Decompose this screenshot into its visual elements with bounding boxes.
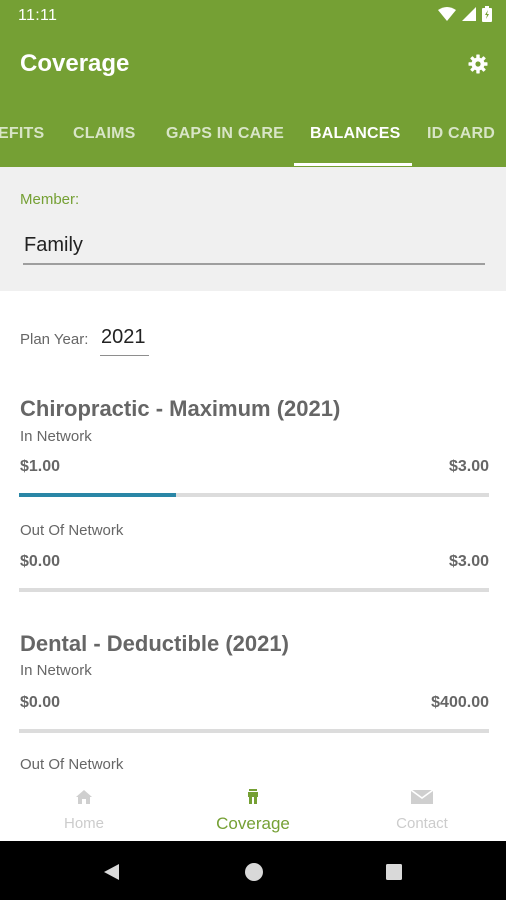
progress-bar [19,588,489,592]
nav-home-label: Home [63,815,104,832]
balances-content[interactable]: Plan Year: 2021 Chiropractic - Maximum (… [0,291,506,783]
battery-icon [482,5,492,27]
home-circle-icon[interactable] [243,861,265,883]
status-bar: 11:11 [0,0,506,32]
home-icon [0,789,168,809]
tab-balances[interactable]: BALANCES [310,113,401,167]
progress-bar [19,729,489,733]
recents-icon[interactable] [383,861,405,883]
gear-icon[interactable] [466,52,490,76]
member-panel: Member: Family [0,167,506,291]
out-of-network-label: Out Of Network [20,522,124,539]
member-select[interactable]: Family [23,231,485,265]
member-label: Member: [20,191,80,208]
progress-fill [19,493,176,497]
page-title: Coverage [20,50,130,77]
max-amount: $3.00 [448,553,489,570]
in-network-label: In Network [20,428,92,445]
max-amount: $400.00 [431,694,489,711]
nav-coverage[interactable]: Coverage [169,783,337,841]
plan-year-select[interactable]: 2021 [100,326,149,356]
nav-coverage-label: Coverage [216,814,290,833]
mail-icon [338,789,506,809]
used-amount: $0.00 [20,694,61,711]
active-tab-indicator [294,163,412,166]
in-network-label: In Network [20,662,92,679]
tab-id-card[interactable]: ID CARD [427,113,495,167]
tab-claims[interactable]: CLAIMS [73,113,136,167]
tab-bar: EFITS CLAIMS GAPS IN CARE BALANCES ID CA… [0,113,506,167]
used-amount: $0.00 [20,553,61,570]
progress-bar [19,493,489,497]
tab-benefits[interactable]: EFITS [0,113,44,167]
status-time: 11:11 [18,7,58,24]
member-value: Family [24,234,83,256]
coverage-icon [169,789,337,809]
section-title: Chiropractic - Maximum (2021) [20,396,341,421]
nav-contact[interactable]: Contact [338,783,506,841]
max-amount: $3.00 [448,458,489,475]
nav-home[interactable]: Home [0,783,168,841]
system-nav-bar [0,841,506,900]
section-title: Dental - Deductible (2021) [20,631,289,656]
used-amount: $1.00 [20,458,61,475]
back-icon[interactable] [101,861,123,883]
status-icons [438,5,492,27]
signal-icon [462,6,476,26]
wifi-icon [438,6,456,26]
nav-contact-label: Contact [396,815,448,832]
tab-gaps-in-care[interactable]: GAPS IN CARE [166,113,284,167]
bottom-nav: Home Coverage Contact [0,783,506,841]
out-of-network-label: Out Of Network [20,756,124,773]
app-bar: Coverage EFITS CLAIMS GAPS IN CARE BALAN… [0,32,506,167]
plan-year-label: Plan Year: [20,331,89,348]
